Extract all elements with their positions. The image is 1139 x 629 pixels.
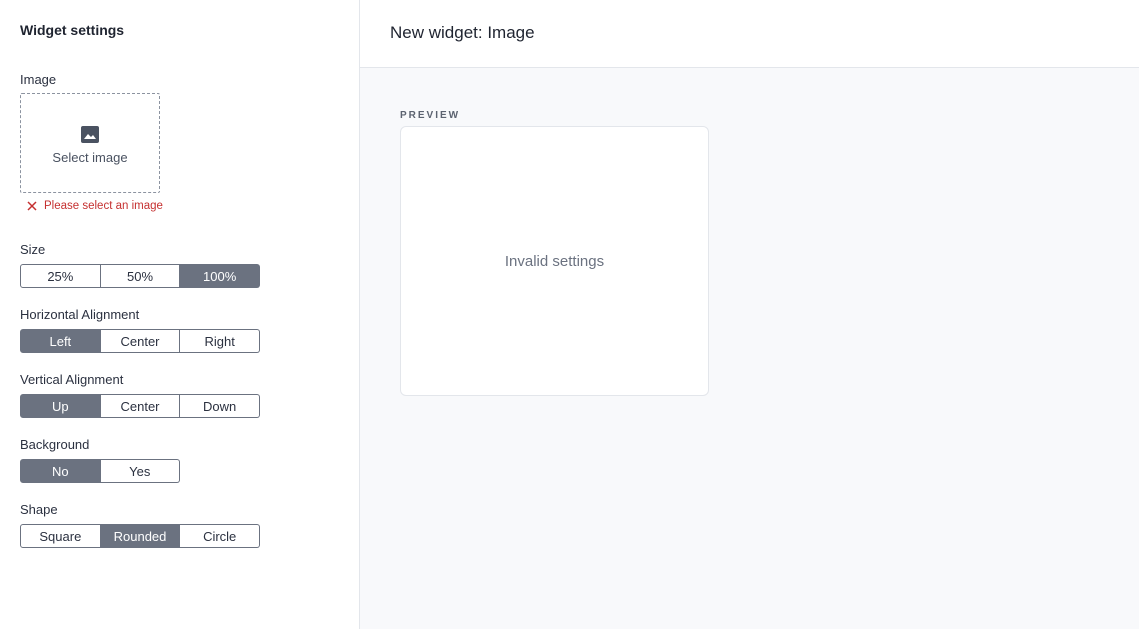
size-label: Size xyxy=(20,242,46,257)
horizontal-alignment-segmented-control: Left Center Right xyxy=(20,329,261,353)
background-segmented-control: No Yes xyxy=(20,459,180,483)
select-image-dropzone[interactable]: Select image xyxy=(20,93,160,193)
halign-option-right[interactable]: Right xyxy=(180,329,261,353)
size-option-25[interactable]: 25% xyxy=(20,264,101,288)
image-icon xyxy=(81,126,99,143)
vertical-alignment-segmented-control: Up Center Down xyxy=(20,394,261,418)
image-label: Image xyxy=(20,72,57,87)
preview-message: Invalid settings xyxy=(504,252,605,270)
valign-option-down[interactable]: Down xyxy=(180,394,261,418)
shape-segmented-control: Square Rounded Circle xyxy=(20,524,261,548)
sidebar-title: Widget settings xyxy=(20,22,125,38)
valign-option-up[interactable]: Up xyxy=(20,394,101,418)
shape-option-square[interactable]: Square xyxy=(20,524,101,548)
select-image-text: Select image xyxy=(52,150,128,165)
size-option-50[interactable]: 50% xyxy=(100,264,181,288)
background-option-no[interactable]: No xyxy=(20,459,101,483)
close-icon xyxy=(27,201,37,211)
preview-card: Invalid settings xyxy=(400,126,709,396)
size-segmented-control: 25% 50% 100% xyxy=(20,264,261,288)
main-panel: New widget: Image PREVIEW Invalid settin… xyxy=(360,0,1139,629)
shape-option-circle[interactable]: Circle xyxy=(180,524,261,548)
valign-option-center[interactable]: Center xyxy=(100,394,181,418)
background-option-yes[interactable]: Yes xyxy=(100,459,180,483)
background-label: Background xyxy=(20,437,90,452)
halign-option-left[interactable]: Left xyxy=(20,329,101,353)
main-header: New widget: Image xyxy=(360,0,1139,68)
settings-sidebar: Widget settings Image Select image Pleas… xyxy=(0,0,360,629)
vertical-alignment-label: Vertical Alignment xyxy=(20,372,124,387)
shape-option-rounded[interactable]: Rounded xyxy=(100,524,181,548)
horizontal-alignment-label: Horizontal Alignment xyxy=(20,307,140,322)
shape-label: Shape xyxy=(20,502,58,517)
image-error-message: Please select an image xyxy=(27,199,339,213)
preview-label: PREVIEW xyxy=(400,110,461,121)
image-error-text: Please select an image xyxy=(44,200,163,212)
halign-option-center[interactable]: Center xyxy=(100,329,181,353)
page-title: New widget: Image xyxy=(390,22,535,42)
size-option-100[interactable]: 100% xyxy=(180,264,261,288)
app-root: Widget settings Image Select image Pleas… xyxy=(0,0,1139,629)
